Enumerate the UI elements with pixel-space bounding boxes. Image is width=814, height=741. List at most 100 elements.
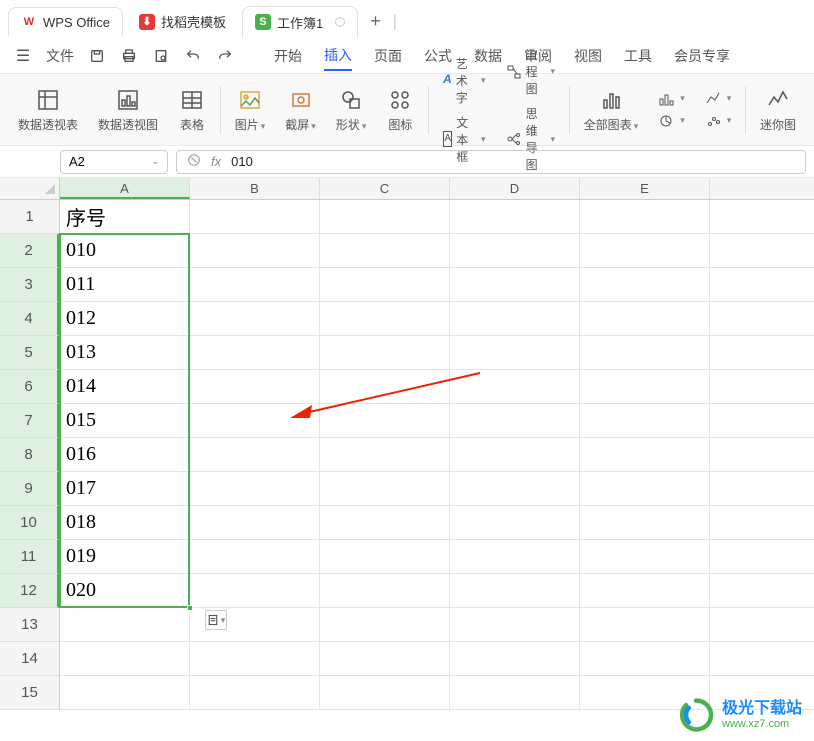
cell[interactable] [190, 472, 320, 506]
cell[interactable] [320, 540, 450, 574]
row-header[interactable]: 7 [0, 404, 59, 438]
cell[interactable] [580, 506, 710, 540]
cell[interactable] [450, 438, 580, 472]
cell[interactable] [320, 200, 450, 234]
ribbon-shape[interactable]: 形状▾ [326, 74, 377, 145]
cell[interactable] [710, 472, 814, 506]
ribbon-chart-3[interactable]: ▾ [699, 89, 738, 109]
row-header[interactable]: 11 [0, 540, 59, 574]
ribbon-pivot-table[interactable]: 数据透视表 [8, 74, 88, 145]
cell[interactable]: 序号 [60, 200, 190, 234]
ribbon-chart-4[interactable]: ▾ [699, 111, 738, 131]
col-header-E[interactable]: E [580, 178, 710, 199]
cell[interactable] [710, 302, 814, 336]
ribbon-flowchart[interactable]: 流程图▾ [500, 44, 561, 99]
cell[interactable] [580, 472, 710, 506]
cell[interactable] [710, 404, 814, 438]
tab-template[interactable]: ⬇ 找稻壳模板 [127, 6, 238, 37]
cell[interactable] [320, 642, 450, 676]
cell[interactable] [580, 608, 710, 642]
cell[interactable] [320, 506, 450, 540]
cell[interactable] [450, 302, 580, 336]
cell[interactable] [450, 370, 580, 404]
cell[interactable] [190, 268, 320, 302]
cell[interactable] [190, 370, 320, 404]
cell[interactable]: 017 [60, 472, 190, 506]
cell[interactable] [710, 540, 814, 574]
row-header[interactable]: 8 [0, 438, 59, 472]
cell[interactable] [580, 404, 710, 438]
cell[interactable] [710, 574, 814, 608]
cell[interactable] [190, 336, 320, 370]
cell[interactable] [450, 234, 580, 268]
fill-handle[interactable] [187, 605, 193, 611]
cell[interactable] [320, 302, 450, 336]
cell[interactable] [580, 540, 710, 574]
ribbon-icon-gallery[interactable]: 图标 [376, 74, 424, 145]
col-header-C[interactable]: C [320, 178, 450, 199]
cell[interactable] [710, 234, 814, 268]
row-header[interactable]: 5 [0, 336, 59, 370]
cell[interactable] [580, 268, 710, 302]
cell[interactable]: 016 [60, 438, 190, 472]
tab-view[interactable]: 视图 [574, 42, 602, 70]
col-header-B[interactable]: B [190, 178, 320, 199]
cell[interactable] [450, 336, 580, 370]
ribbon-picture[interactable]: 图片▾ [225, 74, 276, 145]
cell[interactable] [60, 642, 190, 676]
row-header[interactable]: 13 [0, 608, 59, 642]
cell[interactable] [60, 608, 190, 642]
ribbon-table[interactable]: 表格 [168, 74, 216, 145]
cell[interactable] [580, 370, 710, 404]
tab-wps-office[interactable]: W WPS Office [8, 7, 123, 36]
tab-page[interactable]: 页面 [374, 42, 402, 70]
cell[interactable] [710, 642, 814, 676]
cell[interactable] [190, 574, 320, 608]
cell[interactable] [450, 506, 580, 540]
cell[interactable] [320, 438, 450, 472]
cell[interactable] [450, 676, 580, 710]
cell[interactable] [710, 438, 814, 472]
ribbon-wordart[interactable]: A艺术字▾ [437, 53, 492, 108]
tab-insert[interactable]: 插入 [324, 41, 352, 71]
col-header-A[interactable]: A [60, 178, 190, 199]
row-header[interactable]: 9 [0, 472, 59, 506]
ribbon-screenshot[interactable]: 截屏▾ [275, 74, 326, 145]
cell[interactable] [580, 438, 710, 472]
cell[interactable] [190, 404, 320, 438]
spreadsheet-grid[interactable]: A B C D E 123456789101112131415 序号010011… [0, 178, 814, 738]
cell[interactable] [320, 472, 450, 506]
row-header[interactable]: 1 [0, 200, 59, 234]
cell[interactable]: 013 [60, 336, 190, 370]
cell[interactable] [710, 200, 814, 234]
cell[interactable] [190, 438, 320, 472]
cell[interactable]: 010 [60, 234, 190, 268]
cell[interactable] [320, 268, 450, 302]
cell[interactable] [190, 302, 320, 336]
cell[interactable] [580, 574, 710, 608]
row-header[interactable]: 4 [0, 302, 59, 336]
row-header[interactable]: 2 [0, 234, 59, 268]
file-menu[interactable]: 文件 [46, 46, 74, 66]
row-header[interactable]: 14 [0, 642, 59, 676]
cell[interactable] [450, 472, 580, 506]
hamburger-icon[interactable]: ☰ [14, 47, 32, 65]
tab-start[interactable]: 开始 [274, 42, 302, 70]
cell[interactable] [320, 370, 450, 404]
ribbon-chart-1[interactable]: ▾ [652, 89, 691, 109]
cell[interactable] [710, 608, 814, 642]
cell[interactable] [320, 608, 450, 642]
ribbon-pivot-chart[interactable]: 数据透视图 [88, 74, 168, 145]
ribbon-sparkline[interactable]: 迷你图 [750, 74, 806, 145]
select-all-corner[interactable] [0, 178, 60, 200]
row-header[interactable]: 6 [0, 370, 59, 404]
close-icon[interactable] [335, 17, 345, 27]
row-header[interactable]: 15 [0, 676, 59, 710]
cell[interactable]: 015 [60, 404, 190, 438]
cell[interactable] [580, 336, 710, 370]
print-icon[interactable] [120, 47, 138, 65]
cell[interactable] [190, 540, 320, 574]
col-header-D[interactable]: D [450, 178, 580, 199]
save-icon[interactable] [88, 47, 106, 65]
cell[interactable] [320, 336, 450, 370]
